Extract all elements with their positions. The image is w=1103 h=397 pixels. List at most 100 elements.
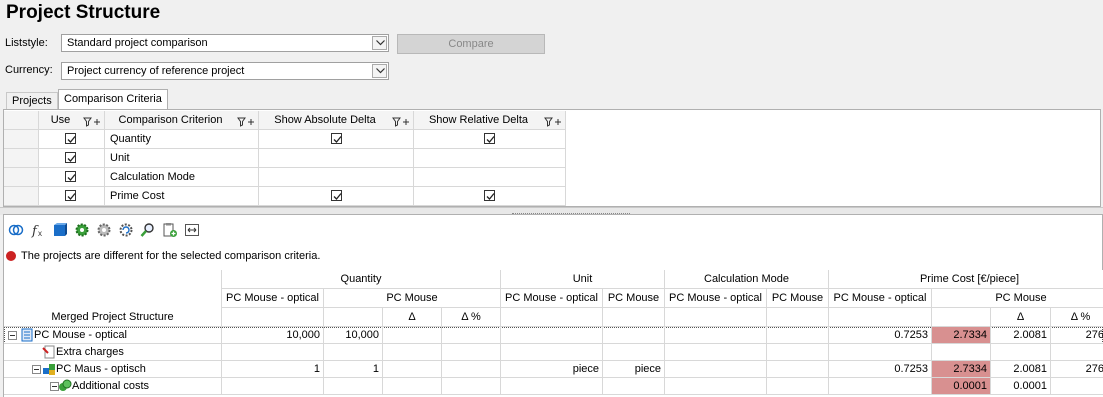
column-subheader[interactable]: PC Mouse - optical (829, 289, 932, 308)
column-header[interactable]: Use (39, 111, 105, 130)
criterion-cell: Unit (105, 149, 259, 168)
liststyle-dropdown[interactable]: Standard project comparison (61, 34, 389, 52)
status-message: The projects are different for the selec… (21, 250, 321, 262)
delta-subheader[interactable]: Δ (991, 308, 1051, 327)
fit-columns-icon[interactable] (184, 222, 200, 238)
row-selector[interactable] (4, 149, 39, 168)
assembly-icon (42, 362, 56, 376)
rel-delta-checkbox[interactable] (484, 133, 495, 144)
column-subheader[interactable]: PC Mouse (324, 289, 501, 308)
group-header[interactable]: Calculation Mode (665, 270, 829, 289)
column-header[interactable]: Show Relative Delta (414, 111, 566, 130)
liststyle-value: Standard project comparison (67, 37, 208, 49)
value-cell (501, 378, 603, 395)
tab-projects[interactable]: Projects (6, 92, 58, 110)
tree-header[interactable]: Merged Project Structure (4, 308, 222, 327)
column-subheader[interactable]: PC Mouse (932, 289, 1103, 308)
value-cell (767, 378, 829, 395)
collapse-icon[interactable] (32, 365, 41, 374)
abs-delta-checkbox[interactable] (331, 133, 342, 144)
use-checkbox[interactable] (65, 190, 76, 201)
value-cell (991, 344, 1051, 361)
refresh-icon[interactable] (118, 222, 134, 238)
currency-dropdown[interactable]: Project currency of reference project (61, 62, 389, 80)
delta-subheader[interactable] (665, 308, 767, 327)
use-cell (39, 130, 105, 149)
currency-label: Currency: (5, 64, 53, 76)
value-cell (829, 344, 932, 361)
delta-subheader[interactable] (767, 308, 829, 327)
column-subheader[interactable]: PC Mouse (603, 289, 665, 308)
column-subheader[interactable]: PC Mouse - optical (501, 289, 603, 308)
value-cell (501, 344, 603, 361)
gear-icon[interactable] (96, 222, 112, 238)
group-header[interactable]: Quantity (222, 270, 501, 289)
value-cell: 0.7253 (829, 327, 932, 344)
value-cell (603, 344, 665, 361)
value-cell: 10,000 (324, 327, 383, 344)
additional-costs-icon (58, 379, 72, 393)
column-header[interactable]: Comparison Criterion (105, 111, 259, 130)
delta-subheader[interactable] (932, 308, 991, 327)
column-header[interactable]: Show Absolute Delta (259, 111, 414, 130)
tree-label: Extra charges (56, 346, 124, 358)
tree-cell: PC Maus - optisch (4, 361, 222, 378)
value-cell: 276. (1051, 327, 1103, 344)
tree-header-spacer (4, 289, 222, 308)
value-cell: 0.0001 (932, 378, 991, 395)
value-cell: piece (501, 361, 603, 378)
chevron-down-icon[interactable] (372, 36, 387, 50)
value-cell (767, 327, 829, 344)
value-cell: 1 (222, 361, 324, 378)
value-cell (324, 344, 383, 361)
abs-delta-cell (259, 149, 414, 168)
compare-button[interactable]: Compare (397, 34, 545, 54)
delta-subheader[interactable]: Δ % (1051, 308, 1103, 327)
criterion-cell: Quantity (105, 130, 259, 149)
toolbar: fx (8, 222, 248, 239)
page-title: Project Structure (6, 2, 161, 23)
tab-comparison-criteria[interactable]: Comparison Criteria (58, 89, 168, 110)
criterion-name: Calculation Mode (110, 171, 195, 183)
value-cell (442, 327, 501, 344)
column-subheader[interactable]: PC Mouse - optical (222, 289, 324, 308)
settings-gear-icon[interactable] (74, 222, 90, 238)
column-subheader[interactable]: PC Mouse - optical (665, 289, 767, 308)
formula-icon[interactable]: fx (30, 222, 46, 239)
compare-icon[interactable] (8, 222, 24, 238)
value-cell (442, 361, 501, 378)
rel-delta-checkbox[interactable] (484, 190, 495, 201)
row-header-corner (4, 111, 39, 130)
clipboard-add-icon[interactable] (162, 222, 178, 238)
rel-delta-cell (414, 187, 566, 206)
delta-subheader[interactable] (222, 308, 324, 327)
row-selector[interactable] (4, 168, 39, 187)
delta-subheader[interactable] (829, 308, 932, 327)
value-cell: piece (603, 361, 665, 378)
extra-charges-icon (42, 345, 56, 359)
value-cell: 2.7334 (932, 361, 991, 378)
row-selector[interactable] (4, 130, 39, 149)
delta-subheader[interactable] (603, 308, 665, 327)
use-checkbox[interactable] (65, 152, 76, 163)
row-selector[interactable] (4, 187, 39, 206)
search-icon[interactable] (140, 222, 156, 238)
cube-icon[interactable] (52, 222, 68, 238)
use-cell (39, 149, 105, 168)
delta-subheader[interactable] (324, 308, 383, 327)
value-cell (222, 378, 324, 395)
use-checkbox[interactable] (65, 133, 76, 144)
group-header[interactable]: Unit (501, 270, 665, 289)
delta-subheader[interactable]: Δ (383, 308, 442, 327)
value-cell (442, 378, 501, 395)
criterion-cell: Calculation Mode (105, 168, 259, 187)
use-checkbox[interactable] (65, 171, 76, 182)
value-cell (222, 344, 324, 361)
delta-subheader[interactable] (501, 308, 603, 327)
abs-delta-checkbox[interactable] (331, 190, 342, 201)
collapse-icon[interactable] (8, 331, 17, 340)
group-header[interactable]: Prime Cost [€/piece] (829, 270, 1103, 289)
chevron-down-icon[interactable] (372, 64, 387, 78)
delta-subheader[interactable]: Δ % (442, 308, 501, 327)
column-subheader[interactable]: PC Mouse (767, 289, 829, 308)
